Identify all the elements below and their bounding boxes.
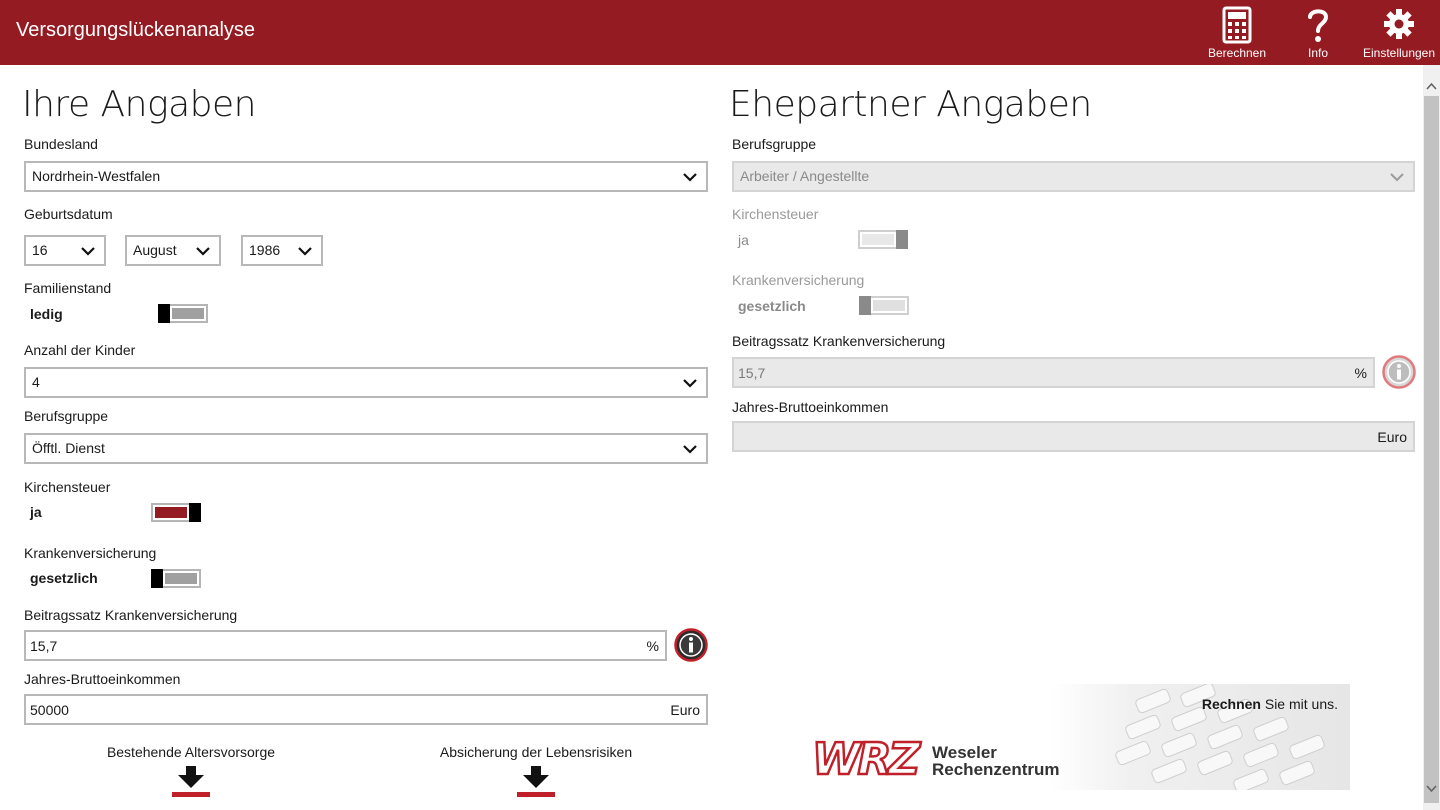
- scrollbar-thumb[interactable]: [1424, 96, 1439, 803]
- gear-icon: [1384, 9, 1414, 39]
- download-arrow-icon: [517, 766, 555, 797]
- wrz-logo-mark: WRZ: [812, 736, 921, 780]
- info-button[interactable]: Info: [1297, 6, 1339, 62]
- tagline-bold: Rechnen: [1201, 696, 1261, 712]
- calculator-icon: [1222, 6, 1252, 44]
- krankenversicherung-toggle[interactable]: [151, 569, 201, 588]
- birth-day-value: 16: [32, 242, 48, 258]
- scroll-down-icon[interactable]: [1426, 783, 1437, 794]
- vertical-scrollbar[interactable]: [1423, 65, 1440, 810]
- partner-berufsgruppe-label: Berufsgruppe: [732, 136, 817, 152]
- berufsgruppe-label: Berufsgruppe: [24, 408, 109, 424]
- settings-button[interactable]: Einstellungen: [1360, 6, 1438, 62]
- partner-beitragssatz-value: 15,7: [738, 365, 766, 381]
- beitragssatz-value: 15,7: [30, 638, 58, 654]
- wrz-banner: Rechnen Sie mit uns. WRZ Weseler Rechenz…: [806, 684, 1350, 790]
- birth-year-value: 1986: [249, 242, 281, 258]
- familienstand-toggle[interactable]: [158, 304, 208, 323]
- info-circle-icon[interactable]: [674, 628, 708, 662]
- bundesland-select[interactable]: Nordrhein-Westfalen: [24, 161, 708, 192]
- birth-day-select[interactable]: 16: [24, 235, 106, 266]
- kirchensteuer-toggle[interactable]: [151, 503, 201, 522]
- partner-krankenversicherung-value: gesetzlich: [738, 298, 806, 314]
- beitragssatz-input[interactable]: 15,7 %: [24, 630, 667, 661]
- familienstand-label: Familienstand: [24, 280, 112, 296]
- geburtsdatum-label: Geburtsdatum: [24, 206, 113, 222]
- download-arrow-icon: [172, 766, 210, 797]
- einkommen-input[interactable]: 50000 Euro: [24, 694, 708, 725]
- banner-tagline: Rechnen Sie mit uns.: [1202, 696, 1338, 712]
- tagline-rest: Sie mit uns.: [1260, 696, 1338, 712]
- bundesland-label: Bundesland: [24, 136, 98, 152]
- kinder-value: 4: [32, 374, 40, 390]
- altersvorsorge-label: Bestehende Altersvorsorge: [106, 744, 276, 760]
- calculate-label: Berechnen: [1207, 46, 1267, 60]
- percent-unit: %: [1354, 365, 1367, 381]
- birth-month-value: August: [133, 242, 177, 258]
- kinder-label: Anzahl der Kinder: [24, 342, 136, 358]
- partner-heading: Ehepartner Angaben: [729, 84, 1092, 125]
- settings-label: Einstellungen: [1362, 46, 1436, 60]
- wrz-logo: WRZ: [811, 736, 926, 780]
- einkommen-label: Jahres-Bruttoeinkommen: [24, 671, 181, 687]
- partner-kirchensteuer-value: ja: [738, 232, 749, 248]
- chevron-down-icon: [683, 445, 697, 454]
- chevron-down-icon: [81, 247, 95, 256]
- calculate-button[interactable]: Berechnen: [1206, 6, 1268, 62]
- scroll-up-icon[interactable]: [1426, 81, 1437, 92]
- question-icon: [1308, 9, 1329, 42]
- partner-einkommen-input[interactable]: Euro: [732, 421, 1415, 452]
- chevron-down-icon: [298, 247, 312, 256]
- familienstand-value: ledig: [30, 306, 63, 322]
- euro-unit: Euro: [1377, 429, 1407, 445]
- kirchensteuer-value: ja: [30, 504, 42, 520]
- partner-einkommen-label: Jahres-Bruttoeinkommen: [732, 399, 889, 415]
- partner-krankenversicherung-toggle[interactable]: [859, 296, 909, 315]
- partner-kirchensteuer-toggle[interactable]: [858, 230, 908, 249]
- chevron-down-icon: [1390, 173, 1404, 182]
- euro-unit: Euro: [670, 702, 700, 718]
- info-label: Info: [1307, 46, 1328, 60]
- partner-berufsgruppe-select[interactable]: Arbeiter / Angestellte: [732, 161, 1415, 192]
- partner-beitragssatz-input[interactable]: 15,7 %: [732, 357, 1375, 388]
- lebensrisiken-link[interactable]: Absicherung der Lebensrisiken: [426, 744, 646, 798]
- krankenversicherung-value: gesetzlich: [30, 570, 98, 586]
- einkommen-value: 50000: [30, 702, 69, 718]
- chevron-down-icon: [683, 379, 697, 388]
- own-heading: Ihre Angaben: [22, 84, 256, 125]
- birth-month-select[interactable]: August: [125, 235, 221, 266]
- app-bar: Versorgungslückenanalyse Berechnen Info: [0, 0, 1440, 65]
- logo-line1: Weseler: [932, 743, 997, 762]
- partner-kirchensteuer-label: Kirchensteuer: [732, 206, 819, 222]
- krankenversicherung-label: Krankenversicherung: [24, 545, 157, 561]
- berufsgruppe-value: Öfftl. Dienst: [32, 440, 105, 456]
- partner-beitragssatz-label: Beitragssatz Krankenversicherung: [732, 333, 946, 349]
- logo-line2: Rechenzentrum: [932, 760, 1060, 779]
- lebensrisiken-label: Absicherung der Lebensrisiken: [439, 744, 633, 760]
- app-title: Versorgungslückenanalyse: [16, 19, 256, 41]
- info-circle-icon[interactable]: [1382, 355, 1416, 389]
- birth-year-select[interactable]: 1986: [241, 235, 323, 266]
- kinder-select[interactable]: 4: [24, 367, 708, 398]
- percent-unit: %: [646, 638, 659, 654]
- kirchensteuer-label: Kirchensteuer: [24, 479, 111, 495]
- partner-berufsgruppe-value: Arbeiter / Angestellte: [740, 168, 870, 184]
- beitragssatz-label: Beitragssatz Krankenversicherung: [24, 607, 238, 623]
- chevron-down-icon: [196, 247, 210, 256]
- altersvorsorge-link[interactable]: Bestehende Altersvorsorge: [91, 744, 291, 798]
- banner-logo-name: Weseler Rechenzentrum: [932, 744, 1060, 778]
- berufsgruppe-select[interactable]: Öfftl. Dienst: [24, 433, 708, 464]
- bundesland-value: Nordrhein-Westfalen: [32, 168, 161, 184]
- partner-krankenversicherung-label: Krankenversicherung: [732, 272, 865, 288]
- chevron-down-icon: [683, 173, 697, 182]
